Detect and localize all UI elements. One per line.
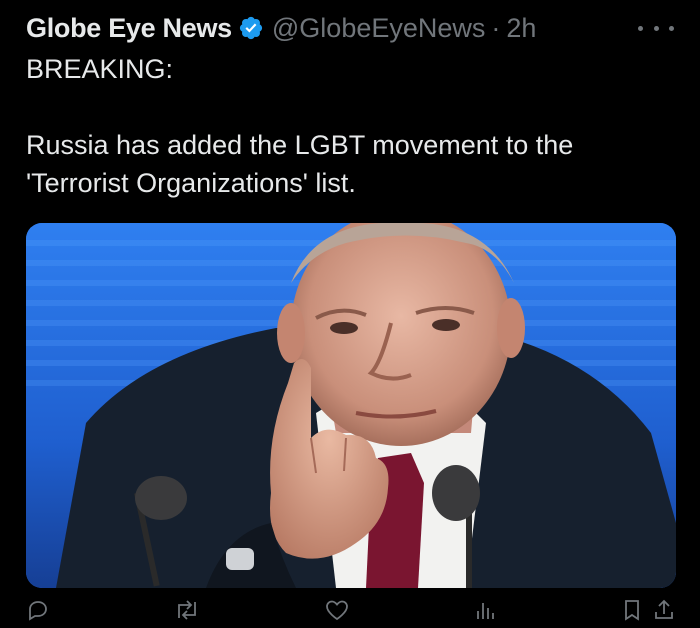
heart-icon [326,600,348,621]
verified-badge-icon [238,15,264,41]
tweet-text-line: Russia has added the LGBT movement to th… [26,130,574,198]
reply-button[interactable] [26,598,50,622]
timestamp[interactable]: 2h [506,13,536,44]
bookmark-share-group [620,598,676,622]
retweet-button[interactable] [173,598,201,622]
share-icon[interactable] [652,598,676,622]
bookmark-icon[interactable] [620,598,644,622]
tweet-header: Globe Eye News @GlobeEyeNews · 2h [26,8,536,48]
user-handle[interactable]: @GlobeEyeNews [272,13,486,44]
tweet-card[interactable]: Globe Eye News @GlobeEyeNews · 2h BREAKI… [0,0,700,621]
separator-dot: · [491,12,501,43]
views-icon [477,603,494,619]
tweet-media-image[interactable] [26,223,676,588]
retweet-icon [178,600,196,620]
like-button[interactable] [324,598,350,622]
tweet-text-line: BREAKING: [26,54,174,84]
more-options-icon[interactable] [638,16,674,40]
media-photo [26,223,676,588]
display-name[interactable]: Globe Eye News [26,13,232,44]
tweet-text: BREAKING: Russia has added the LGBT move… [26,50,676,202]
action-bar [26,598,676,628]
reply-icon [29,601,47,621]
views-button[interactable] [473,598,497,622]
